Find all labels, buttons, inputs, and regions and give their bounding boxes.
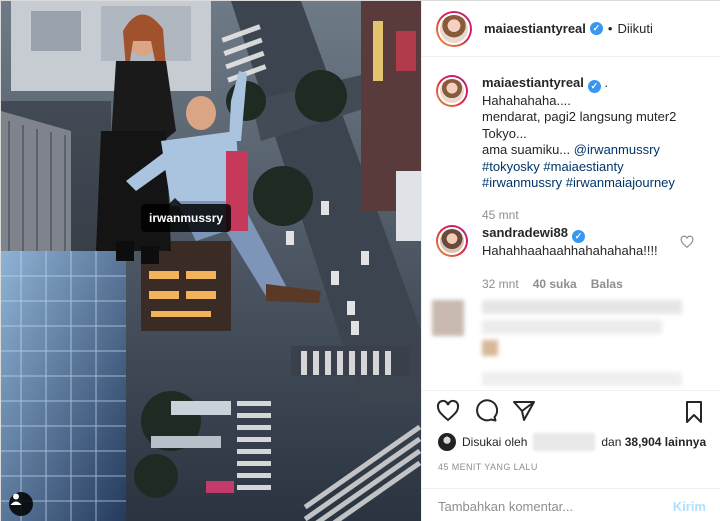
comment-likes[interactable]: 40 suka bbox=[533, 277, 577, 291]
caption-line: Tokyo... bbox=[482, 125, 527, 141]
comment-text: Hahahhaahaahhahahahaha!!!! bbox=[482, 242, 658, 258]
comment-time[interactable]: 32 mnt bbox=[482, 277, 519, 291]
commenter-avatar[interactable] bbox=[436, 225, 468, 257]
post-photo[interactable]: irwanmussry bbox=[1, 1, 421, 521]
blurred-avatar bbox=[482, 340, 498, 356]
verified-badge-icon: ✓ bbox=[572, 229, 585, 243]
post-actions: Disukai oleh dan 38,904 lainnya 45 MENIT… bbox=[422, 390, 720, 521]
caption-text: ama suamiku... bbox=[482, 142, 574, 158]
comment-like-heart-icon[interactable] bbox=[680, 235, 694, 249]
commenter-username[interactable]: sandradewi88 bbox=[482, 225, 568, 240]
blurred-comment bbox=[482, 372, 682, 386]
likes-prefix: Disukai oleh bbox=[462, 435, 528, 449]
likes-summary[interactable]: Disukai oleh dan 38,904 lainnya bbox=[438, 433, 706, 451]
blurred-comment bbox=[482, 320, 662, 334]
caption-username[interactable]: maiaestiantyreal bbox=[482, 75, 584, 90]
blurred-avatar bbox=[432, 300, 464, 336]
caption-avatar[interactable] bbox=[436, 75, 468, 107]
author-avatar[interactable] bbox=[436, 10, 472, 47]
caption-line: Hahahahaha.... bbox=[482, 92, 571, 108]
follow-status-button[interactable]: Diikuti bbox=[617, 21, 652, 36]
post-header: maiaestiantyreal ✓ • Diikuti bbox=[422, 1, 720, 57]
likes-suffix[interactable]: lainnya bbox=[665, 435, 706, 449]
caption-line: . bbox=[604, 75, 609, 90]
instagram-post: irwanmussry maiaestiantyreal ✓ • Diikuti bbox=[0, 0, 720, 521]
heart-icon[interactable] bbox=[436, 399, 460, 423]
post-timestamp[interactable]: 45 MENIT YANG LALU bbox=[438, 462, 538, 472]
comment-item: sandradewi88 ✓ Hahahhaahaahhahahahaha!!!!… bbox=[436, 225, 702, 291]
verified-badge-icon: ✓ bbox=[587, 79, 601, 93]
comment-input[interactable] bbox=[438, 498, 673, 514]
caption-line: ama suamiku... @irwanmussry bbox=[482, 142, 702, 159]
author-username[interactable]: maiaestiantyreal bbox=[484, 21, 586, 36]
post-details-panel: maiaestiantyreal ✓ • Diikuti maiaestiant… bbox=[421, 1, 720, 521]
caption-line: mendarat, pagi2 langsung muter2 bbox=[482, 109, 677, 125]
hashtag-links[interactable]: #irwanmussry #irwanmaiajourney bbox=[482, 175, 702, 192]
liker-avatar bbox=[438, 433, 456, 451]
verified-badge-icon: ✓ bbox=[589, 22, 603, 35]
bookmark-icon[interactable] bbox=[682, 400, 706, 424]
post-comment-button[interactable]: Kirim bbox=[673, 499, 706, 514]
mention-link[interactable]: @irwanmussry bbox=[574, 142, 660, 157]
comment-icon[interactable] bbox=[474, 399, 498, 423]
add-comment-bar: Kirim bbox=[422, 488, 720, 521]
comments-list[interactable]: maiaestiantyreal ✓ . Hahahahaha.... menda… bbox=[422, 58, 720, 390]
user-tag-icon[interactable] bbox=[9, 492, 33, 516]
blurred-liker-name bbox=[533, 433, 596, 451]
share-icon[interactable] bbox=[512, 399, 536, 423]
blurred-comment bbox=[482, 300, 682, 314]
tagged-user-label[interactable]: irwanmussry bbox=[141, 198, 232, 232]
likes-middle: dan bbox=[601, 435, 622, 449]
photo-illustration bbox=[1, 1, 421, 521]
likes-count[interactable]: 38,904 bbox=[625, 435, 662, 449]
hashtag-links[interactable]: #tokyosky #maiaestianty bbox=[482, 159, 702, 176]
reply-button[interactable]: Balas bbox=[591, 277, 623, 291]
caption: maiaestiantyreal ✓ . Hahahahaha.... menda… bbox=[436, 75, 702, 222]
caption-time[interactable]: 45 mnt bbox=[482, 208, 519, 222]
separator-dot: • bbox=[607, 21, 613, 36]
